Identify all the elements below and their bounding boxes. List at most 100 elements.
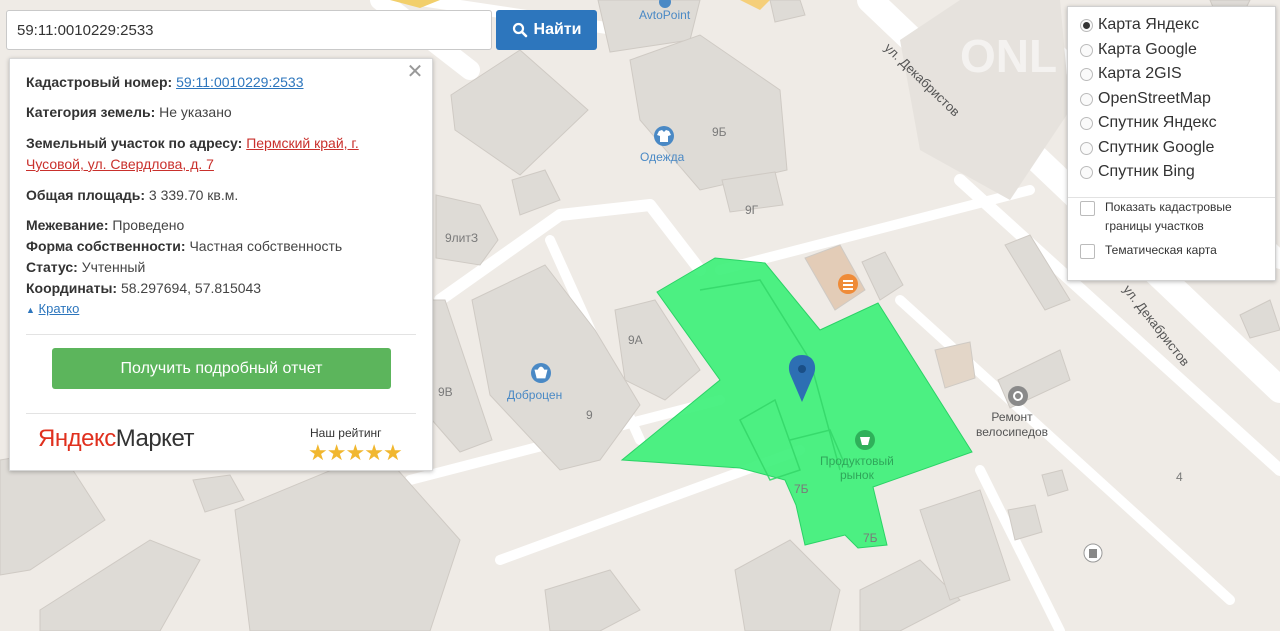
ownership-row: Форма собственности: Частная собственнос… (26, 236, 342, 257)
star-icon: ★ (364, 440, 384, 465)
layer-option-openstreetmap[interactable]: OpenStreetMap (1080, 90, 1211, 108)
close-icon[interactable]: ✕ (406, 62, 424, 82)
land-category-value: Не указано (159, 104, 232, 120)
coordinates-row: Координаты: 58.297694, 57.815043 (26, 278, 261, 299)
coordinates-value: 58.297694, 57.815043 (120, 280, 262, 296)
poi-dobrocen: Доброцен (507, 388, 563, 402)
search-button[interactable]: Найти (496, 10, 597, 50)
layer-option-label: Спутник Bing (1098, 163, 1195, 180)
address-link-line2[interactable]: Чусовой, ул. Свердлова, д. 7 (26, 156, 214, 172)
house-number-7b-2: 7Б (863, 531, 878, 545)
svg-text:ONL: ONL (960, 30, 1057, 82)
radio-selected[interactable] (1080, 18, 1093, 32)
ownership-value: Частная собственность (189, 238, 343, 254)
trash-icon (1083, 543, 1103, 563)
cadastral-number-label: Кадастровый номер: (26, 74, 173, 90)
survey-value: Проведено (112, 217, 185, 233)
get-report-button[interactable]: Получить подробный отчет (52, 348, 391, 389)
star-icon: ★ (382, 440, 403, 465)
house-number-9a: 9А (628, 333, 643, 347)
star-icon: ★ (308, 440, 328, 465)
bicycle-repair-icon (1008, 386, 1028, 406)
radio[interactable] (1080, 165, 1093, 179)
star-icon: ★ (326, 440, 347, 465)
radio[interactable] (1080, 43, 1093, 57)
layer-option-google-satellite[interactable]: Спутник Google (1080, 139, 1214, 157)
poi-bike-repair-line2: велосипедов (976, 425, 1048, 439)
house-number-9g: 9Г (745, 203, 759, 217)
ownership-label: Форма собственности: (26, 238, 186, 254)
coordinates-label: Координаты: (26, 280, 118, 296)
area-value: 3 339.70 кв.м. (148, 187, 239, 203)
radio[interactable] (1080, 116, 1093, 130)
collapse-link[interactable]: ▲ Кратко (26, 301, 79, 316)
layer-option-label: Карта Google (1098, 41, 1197, 58)
food-icon (838, 274, 858, 294)
layer-option-yandex-map[interactable]: Карта Яндекс (1080, 16, 1199, 34)
survey-row: Межевание: Проведено (26, 215, 184, 236)
caret-up-icon: ▲ (26, 305, 35, 315)
layer-option-label: OpenStreetMap (1098, 90, 1211, 107)
status-value: Учтенный (81, 259, 146, 275)
rating-label: Наш рейтинг (310, 426, 382, 440)
poi-bike-repair-line1: Ремонт (991, 410, 1033, 424)
land-category-label: Категория земель: (26, 104, 156, 120)
poi-odezhda: Одежда (640, 150, 685, 164)
layer-option-2gis-map[interactable]: Карта 2GIS (1080, 65, 1182, 83)
house-number-9: 9 (586, 408, 593, 422)
cadastral-number-row: Кадастровый номер: 59:11:0010229:2533 (26, 72, 303, 93)
search-icon (512, 22, 527, 38)
layer-option-bing-satellite[interactable]: Спутник Bing (1080, 163, 1195, 181)
layer-option-google-map[interactable]: Карта Google (1080, 41, 1197, 59)
address-link-line1[interactable]: Пермский край, г. (246, 135, 359, 151)
house-number-9b: 9Б (712, 125, 727, 139)
show-borders-option[interactable]: Показать кадастровые границы участков (1080, 198, 1232, 236)
show-borders-label-line2: границы участков (1105, 219, 1204, 233)
yandex-market-logo-part1: Яндекс (38, 425, 116, 452)
house-number-7b-1: 7Б (794, 482, 809, 496)
yandex-market-logo[interactable]: ЯндексМаркет (38, 425, 195, 453)
status-label: Статус: (26, 259, 78, 275)
show-borders-label: Показать кадастровые границы участков (1105, 198, 1232, 236)
poi-market: Продуктовый рынок (820, 454, 894, 482)
poi-market-line1: Продуктовый (820, 454, 894, 468)
clothes-icon (654, 126, 674, 146)
divider (26, 413, 416, 414)
survey-label: Межевание: (26, 217, 109, 233)
radio[interactable] (1080, 141, 1093, 155)
status-row: Статус: Учтенный (26, 257, 145, 278)
thematic-map-checkbox[interactable] (1080, 244, 1095, 259)
thematic-map-option[interactable]: Тематическая карта (1080, 241, 1217, 260)
cadastral-number-link[interactable]: 59:11:0010229:2533 (176, 74, 303, 90)
map-layers-panel: Карта Яндекс Карта Google Карта 2GIS Ope… (1067, 6, 1276, 281)
layer-option-label: Карта Яндекс (1098, 16, 1200, 33)
search-input[interactable] (6, 10, 492, 50)
parcel-info-panel: ✕ Кадастровый номер: 59:11:0010229:2533 … (9, 58, 433, 471)
house-number-4: 4 (1176, 470, 1183, 484)
poi-market-line2: рынок (839, 468, 874, 482)
area-label: Общая площадь: (26, 187, 146, 203)
address-row: Земельный участок по адресу: Пермский кр… (26, 133, 406, 175)
show-borders-checkbox[interactable] (1080, 201, 1095, 216)
shop-icon (531, 363, 551, 383)
market-icon (855, 430, 875, 450)
radio[interactable] (1080, 67, 1093, 81)
poi-bike-repair: Ремонт велосипедов (976, 410, 1048, 440)
thematic-map-label: Тематическая карта (1105, 243, 1217, 257)
layer-option-yandex-satellite[interactable]: Спутник Яндекс (1080, 114, 1217, 132)
rating-stars: ★★★★★ (308, 440, 403, 466)
search-button-label: Найти (533, 21, 582, 38)
poi-avtopoint: AvtoPoint (639, 8, 691, 22)
address-label: Земельный участок по адресу: (26, 135, 243, 151)
layer-option-label: Карта 2GIS (1098, 65, 1182, 82)
collapse-link-label: Кратко (38, 301, 80, 316)
layer-option-label: Спутник Google (1098, 139, 1215, 156)
area-row: Общая площадь: 3 339.70 кв.м. (26, 185, 238, 206)
star-icon: ★ (345, 440, 365, 465)
house-number-9v: 9В (438, 385, 453, 399)
house-number-9lit3: 9литЗ (445, 231, 479, 245)
yandex-market-logo-part2: Маркет (115, 425, 195, 452)
show-borders-label-line1: Показать кадастровые (1105, 200, 1232, 214)
radio[interactable] (1080, 92, 1093, 106)
divider (26, 334, 416, 335)
